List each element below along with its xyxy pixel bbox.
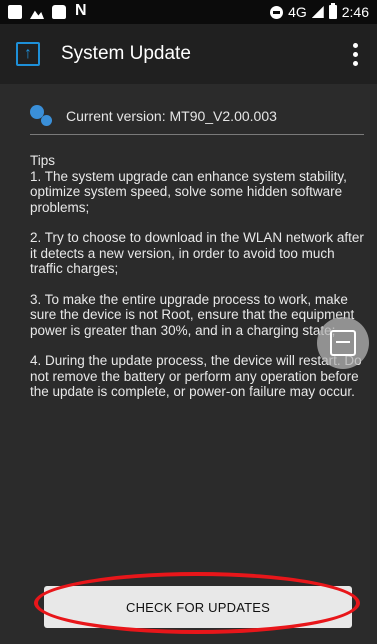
tip-item: 4. During the update process, the device…	[30, 353, 362, 399]
message-icon	[8, 5, 22, 19]
current-version-text: Current version: MT90_V2.00.003	[66, 108, 277, 124]
gear-icon	[30, 105, 52, 127]
battery-icon	[328, 3, 337, 19]
tips-title: Tips	[30, 153, 56, 168]
bag-icon	[52, 5, 66, 19]
system-update-icon: ↑	[16, 42, 40, 66]
check-for-updates-button[interactable]: CHECK FOR UPDATES	[44, 586, 352, 628]
screenshot-icon	[330, 330, 356, 356]
status-left-icons	[0, 2, 88, 20]
app-bar: ↑ System Update	[0, 24, 377, 84]
network-type: 4G	[288, 4, 307, 20]
tip-item: 2. Try to choose to download in the WLAN…	[30, 230, 364, 276]
signal-icon	[311, 6, 324, 18]
floating-screenshot-button[interactable]	[317, 317, 369, 369]
status-bar: 4G 2:46	[0, 0, 377, 24]
nfc-icon	[74, 2, 88, 20]
more-vert-icon[interactable]	[345, 38, 365, 70]
tips-section: Tips 1. The system upgrade can enhance s…	[30, 153, 368, 415]
image-icon	[30, 10, 44, 19]
status-right: 4G 2:46	[270, 3, 377, 20]
clock: 2:46	[341, 4, 369, 20]
dnd-icon	[270, 5, 284, 19]
current-version-row: Current version: MT90_V2.00.003	[30, 98, 364, 135]
page-title: System Update	[61, 43, 191, 64]
tip-item: 3. To make the entire upgrade process to…	[30, 291, 355, 338]
tip-item: 1. The system upgrade can enhance system…	[30, 168, 347, 215]
